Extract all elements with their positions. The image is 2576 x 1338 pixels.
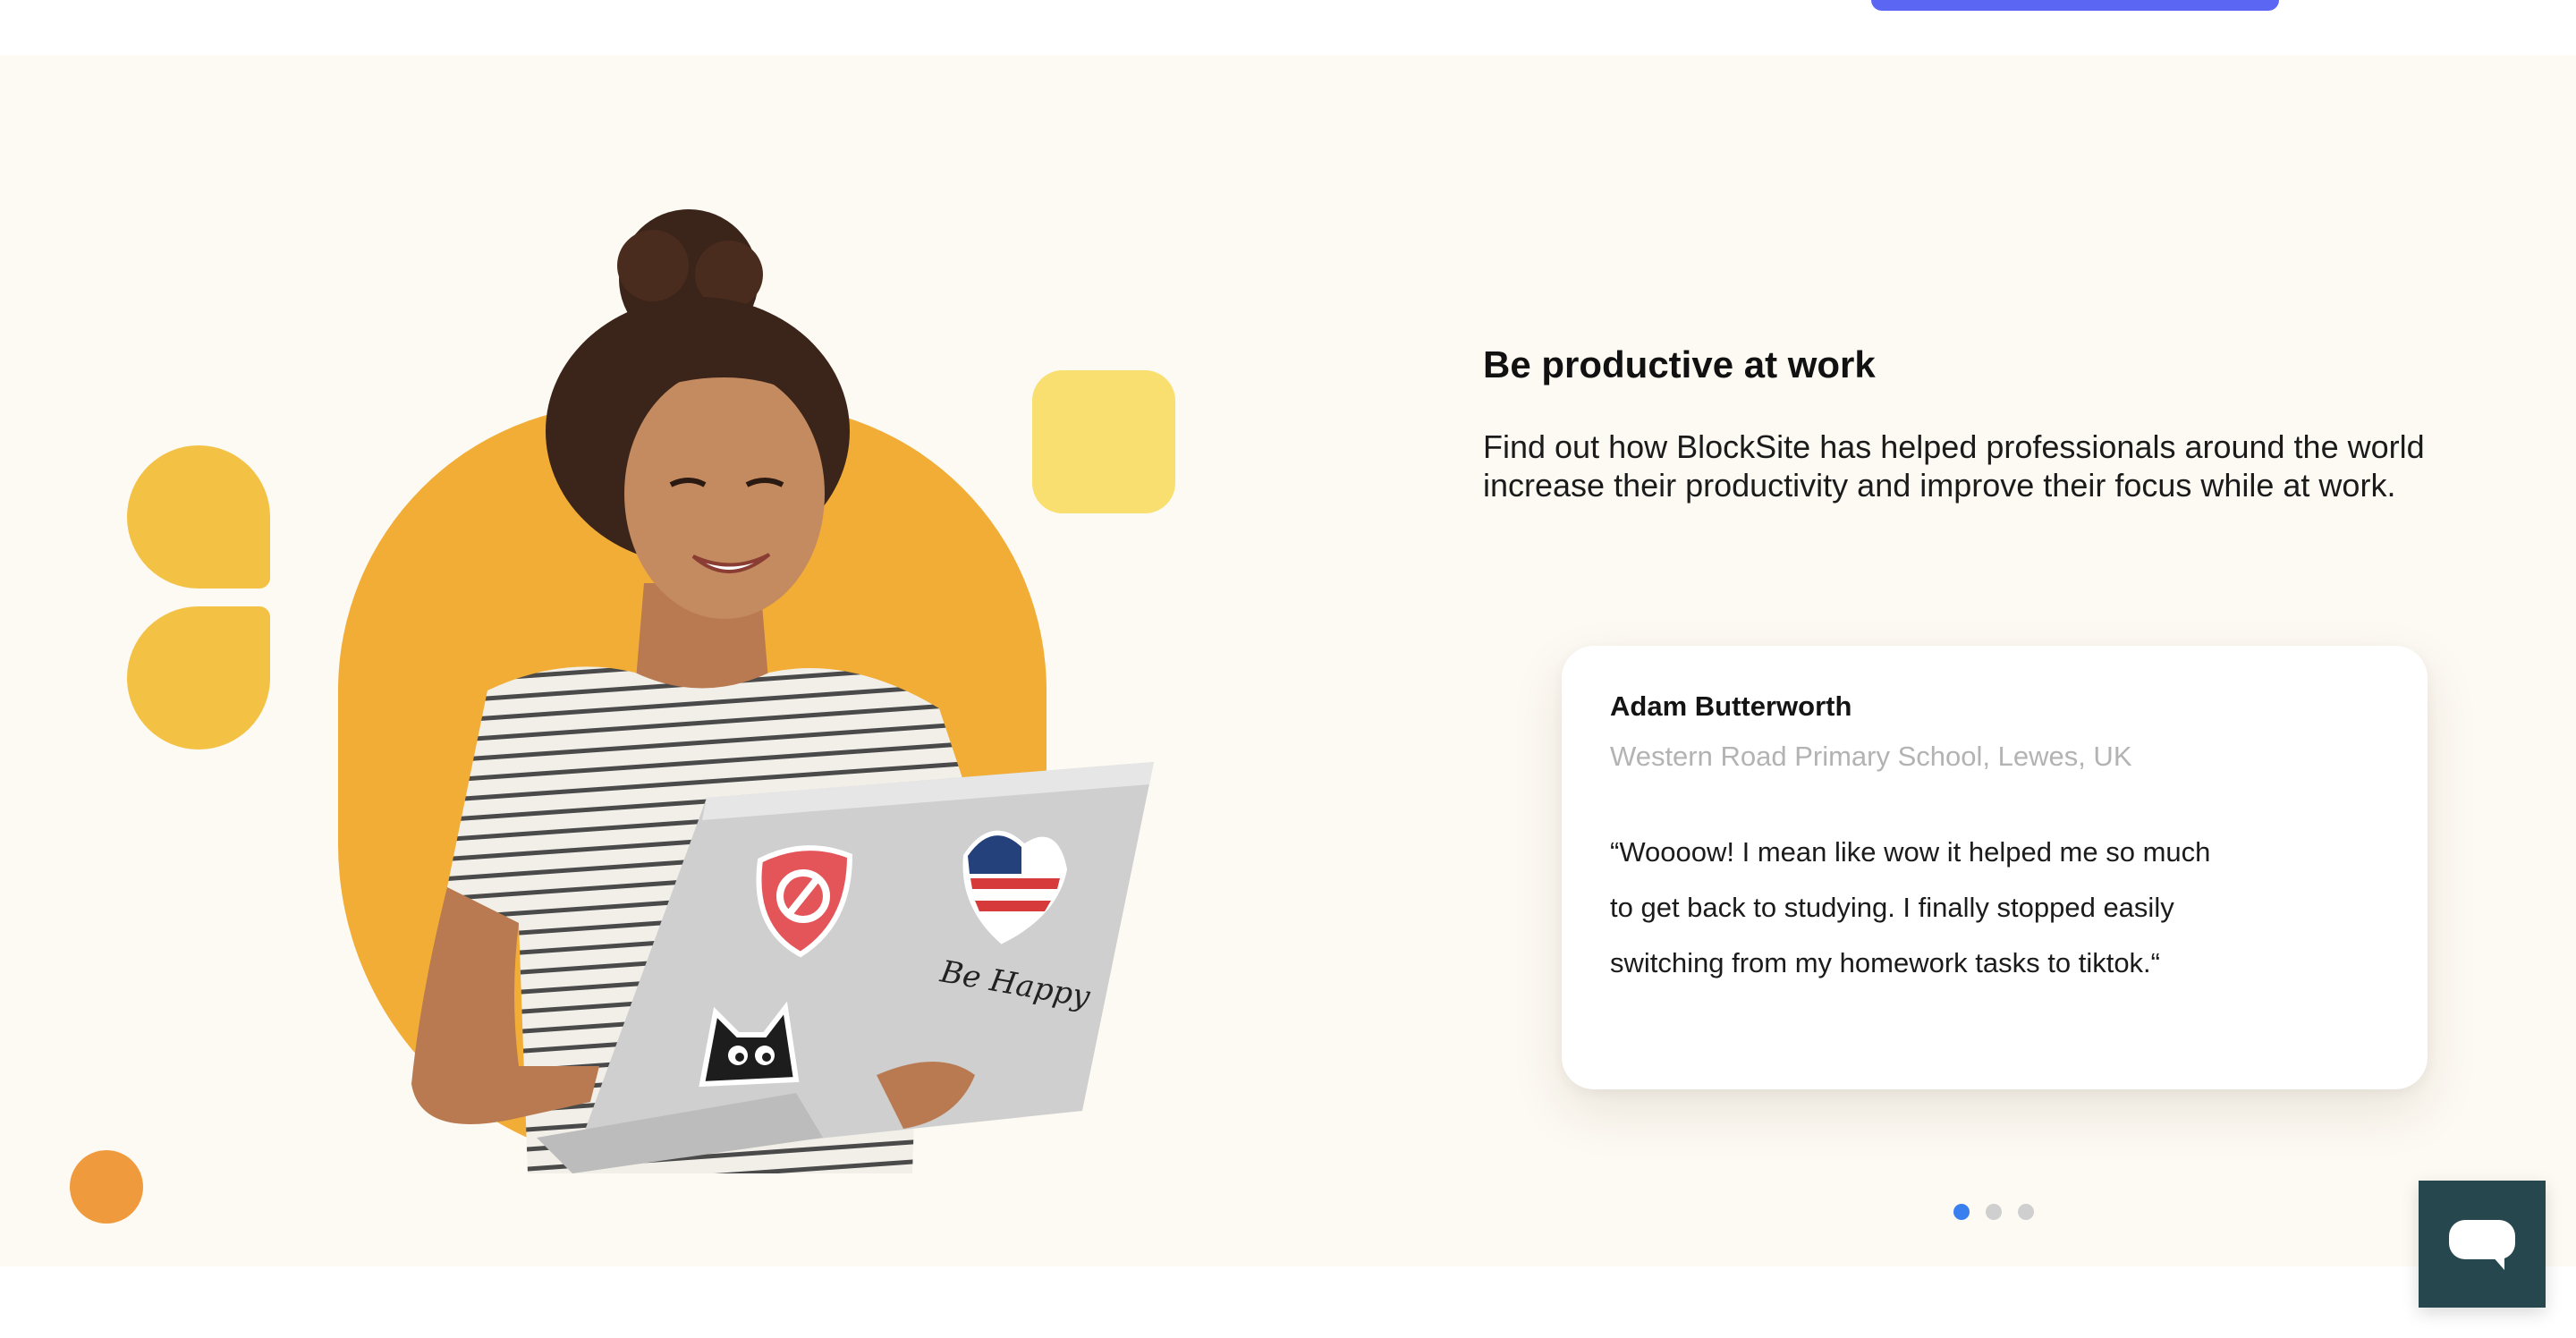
header-cta-button[interactable] (1871, 0, 2279, 11)
carousel-dot-1[interactable] (1953, 1204, 1970, 1220)
testimonial-author-name: Adam Butterworth (1610, 690, 1852, 722)
carousel-dot-3[interactable] (2018, 1204, 2034, 1220)
orange-dot-shape (70, 1150, 143, 1224)
testimonial-card: Adam Butterworth Western Road Primary Sc… (1562, 646, 2428, 1089)
chat-bubble-icon (2449, 1220, 2515, 1270)
bottom-strip (0, 1266, 2576, 1338)
testimonial-quote: “Woooow! I mean like wow it helped me so… (1610, 836, 2211, 978)
woman-with-laptop-image: Be Happy (411, 209, 1154, 1173)
top-strip (0, 0, 2576, 55)
yellow-drop-shape-bottom (127, 606, 270, 749)
feature-title: Be productive at work (1483, 343, 1876, 385)
feature-description: Find out how BlockSite has helped profes… (1483, 428, 2425, 504)
testimonial-author-affiliation: Western Road Primary School, Lewes, UK (1610, 741, 2132, 772)
yellow-drop-shape-top (127, 445, 270, 589)
productivity-section: Be Happy Be productive at work Find out … (0, 55, 2576, 1266)
carousel-dot-2[interactable] (1986, 1204, 2002, 1220)
carousel-pagination (1953, 1204, 2034, 1220)
chat-widget-button[interactable] (2419, 1181, 2546, 1308)
